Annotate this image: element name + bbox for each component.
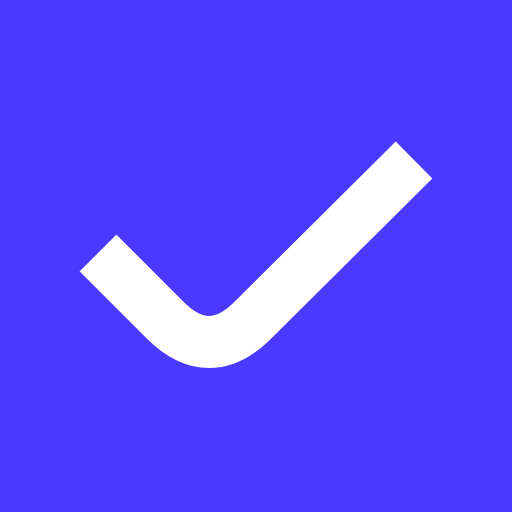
- checkmark-icon: [79, 141, 433, 368]
- app-icon: [0, 0, 512, 512]
- checkmark-stroke: [79, 141, 433, 368]
